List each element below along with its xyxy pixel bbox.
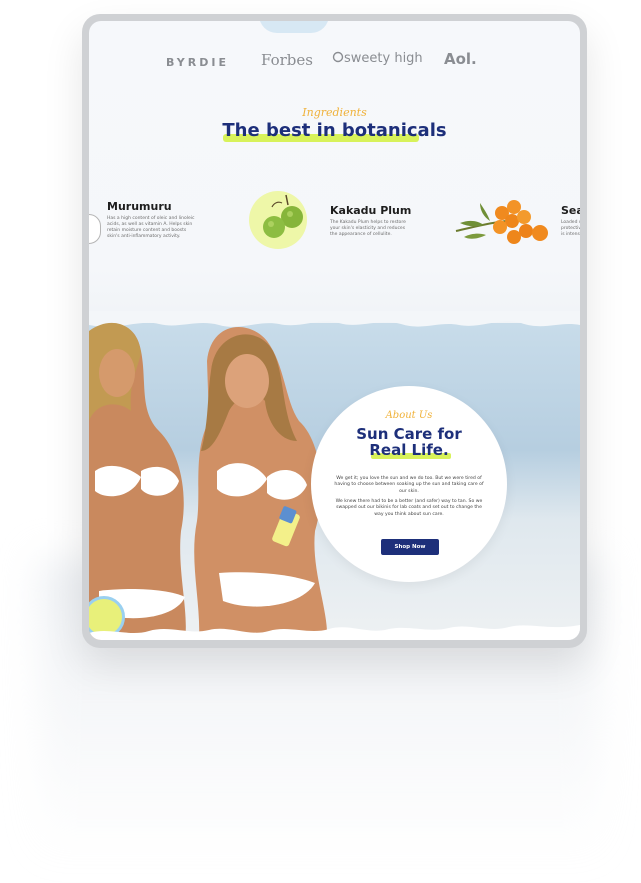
about-title-line1: Sun Care for — [356, 425, 462, 443]
sweety-high-logo[interactable]: sweety high — [332, 51, 423, 66]
ingredient-description: Has a high content of oleic and linoleic… — [107, 216, 195, 239]
about-paragraph-2: We knew there had to be a better (and sa… — [335, 499, 483, 517]
sea-buckthorn-icon — [455, 200, 548, 244]
shop-now-button[interactable]: Shop Now — [381, 539, 439, 555]
ingredients-title: The best in botanicals — [89, 120, 580, 141]
sweety-high-text: sweety high — [344, 51, 423, 66]
ingredient-name: Sea — [561, 204, 580, 217]
sweety-high-circle-icon — [332, 51, 344, 63]
kakadu-plum-icon — [263, 194, 303, 238]
about-title-line2: Real Life. — [369, 441, 449, 459]
ingredient-name: Murumuru — [107, 200, 172, 213]
about-us-card: About Us Sun Care for Real Life. We get … — [311, 386, 507, 582]
about-paragraph-1: We get it; you love the sun and we do to… — [334, 476, 484, 494]
top-water-splash — [259, 21, 329, 33]
ingredient-name: Kakadu Plum — [330, 204, 412, 217]
about-title: Sun Care for Real Life. — [311, 426, 507, 458]
forbes-logo[interactable]: Forbes — [261, 51, 313, 69]
ingredient-description: The Kakadu Plum helps to restore your sk… — [330, 220, 406, 237]
press-logo-bar: BYRDIE Forbes sweety high Aol. — [89, 50, 580, 72]
aol-logo[interactable]: Aol. — [444, 50, 477, 68]
website-preview[interactable]: BYRDIE Forbes sweety high Aol. Ingredien… — [89, 21, 580, 640]
murumuru-image — [89, 214, 101, 244]
tablet-frame: BYRDIE Forbes sweety high Aol. Ingredien… — [82, 14, 587, 648]
ingredients-title-text: The best in botanicals — [222, 120, 447, 141]
byrdie-logo[interactable]: BYRDIE — [166, 56, 229, 69]
about-kicker: About Us — [385, 410, 433, 421]
ingredients-kicker: Ingredients — [302, 106, 367, 119]
ingredient-description: Loaded with antioxidants, protective pro… — [561, 220, 580, 237]
bottom-torn-edge — [89, 625, 580, 640]
